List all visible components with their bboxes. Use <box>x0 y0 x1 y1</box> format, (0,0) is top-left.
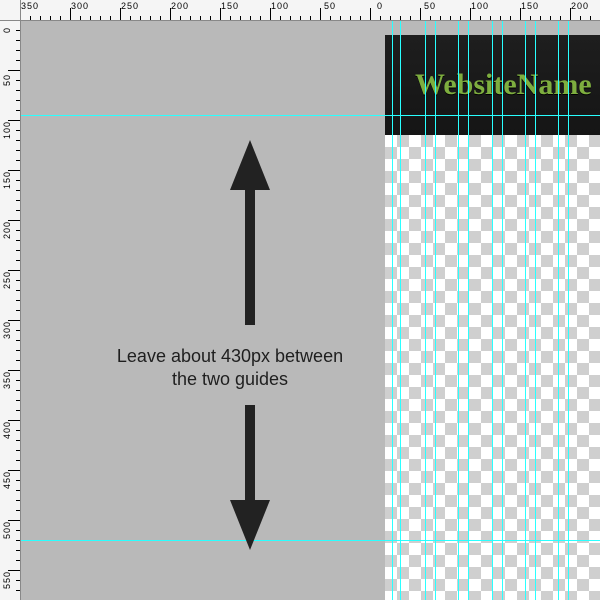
ruler-horizontal[interactable]: 350 300 250 200 150 100 50 0 50 100 150 200 <box>20 0 600 21</box>
ruler-v-label: 350 <box>2 371 12 389</box>
ruler-v-label: 450 <box>2 471 12 489</box>
ruler-h-label: 300 <box>71 1 89 11</box>
ruler-v-label: 0 <box>2 27 12 33</box>
ruler-v-label: 50 <box>2 74 12 86</box>
guide-vertical[interactable] <box>535 20 536 600</box>
ruler-v-label: 150 <box>2 171 12 189</box>
ruler-h-label: 150 <box>521 1 539 11</box>
ruler-h-label: 100 <box>471 1 489 11</box>
ruler-v-label: 500 <box>2 521 12 539</box>
guide-vertical[interactable] <box>492 20 493 600</box>
ruler-origin <box>0 0 21 21</box>
ruler-h-label: 50 <box>424 1 436 11</box>
ruler-vertical[interactable]: 0 50 100 150 200 250 300 350 400 450 500 550 <box>0 20 21 600</box>
guide-vertical[interactable] <box>525 20 526 600</box>
ruler-h-label: 150 <box>221 1 239 11</box>
ruler-v-label: 300 <box>2 321 12 339</box>
ruler-v-label: 100 <box>2 121 12 139</box>
guide-vertical[interactable] <box>558 20 559 600</box>
ruler-v-label: 550 <box>2 571 12 589</box>
annotation-group: Leave about 430px between the two guides <box>80 135 380 555</box>
ruler-h-label: 100 <box>271 1 289 11</box>
guide-vertical[interactable] <box>425 20 426 600</box>
guide-vertical[interactable] <box>458 20 459 600</box>
annotation-line2: the two guides <box>172 369 288 389</box>
guide-vertical[interactable] <box>568 20 569 600</box>
canvas-area[interactable]: WebsiteName Leave about 430px between th… <box>20 20 600 600</box>
ruler-h-label: 200 <box>171 1 189 11</box>
guide-vertical[interactable] <box>502 20 503 600</box>
guide-vertical[interactable] <box>392 20 393 600</box>
ruler-h-label: 250 <box>121 1 139 11</box>
ruler-h-label: 350 <box>21 1 39 11</box>
guide-vertical[interactable] <box>435 20 436 600</box>
annotation-text: Leave about 430px between the two guides <box>105 345 355 392</box>
website-title: WebsiteName <box>415 68 592 102</box>
guide-vertical[interactable] <box>468 20 469 600</box>
annotation-line1: Leave about 430px between <box>117 346 343 366</box>
ruler-h-label: 50 <box>324 1 336 11</box>
guide-vertical[interactable] <box>400 20 401 600</box>
ruler-v-label: 250 <box>2 271 12 289</box>
ruler-h-label: 200 <box>571 1 589 11</box>
guide-horizontal[interactable] <box>20 115 600 116</box>
ruler-v-label: 400 <box>2 421 12 439</box>
ruler-v-label: 200 <box>2 221 12 239</box>
ruler-h-label: 0 <box>377 1 383 11</box>
